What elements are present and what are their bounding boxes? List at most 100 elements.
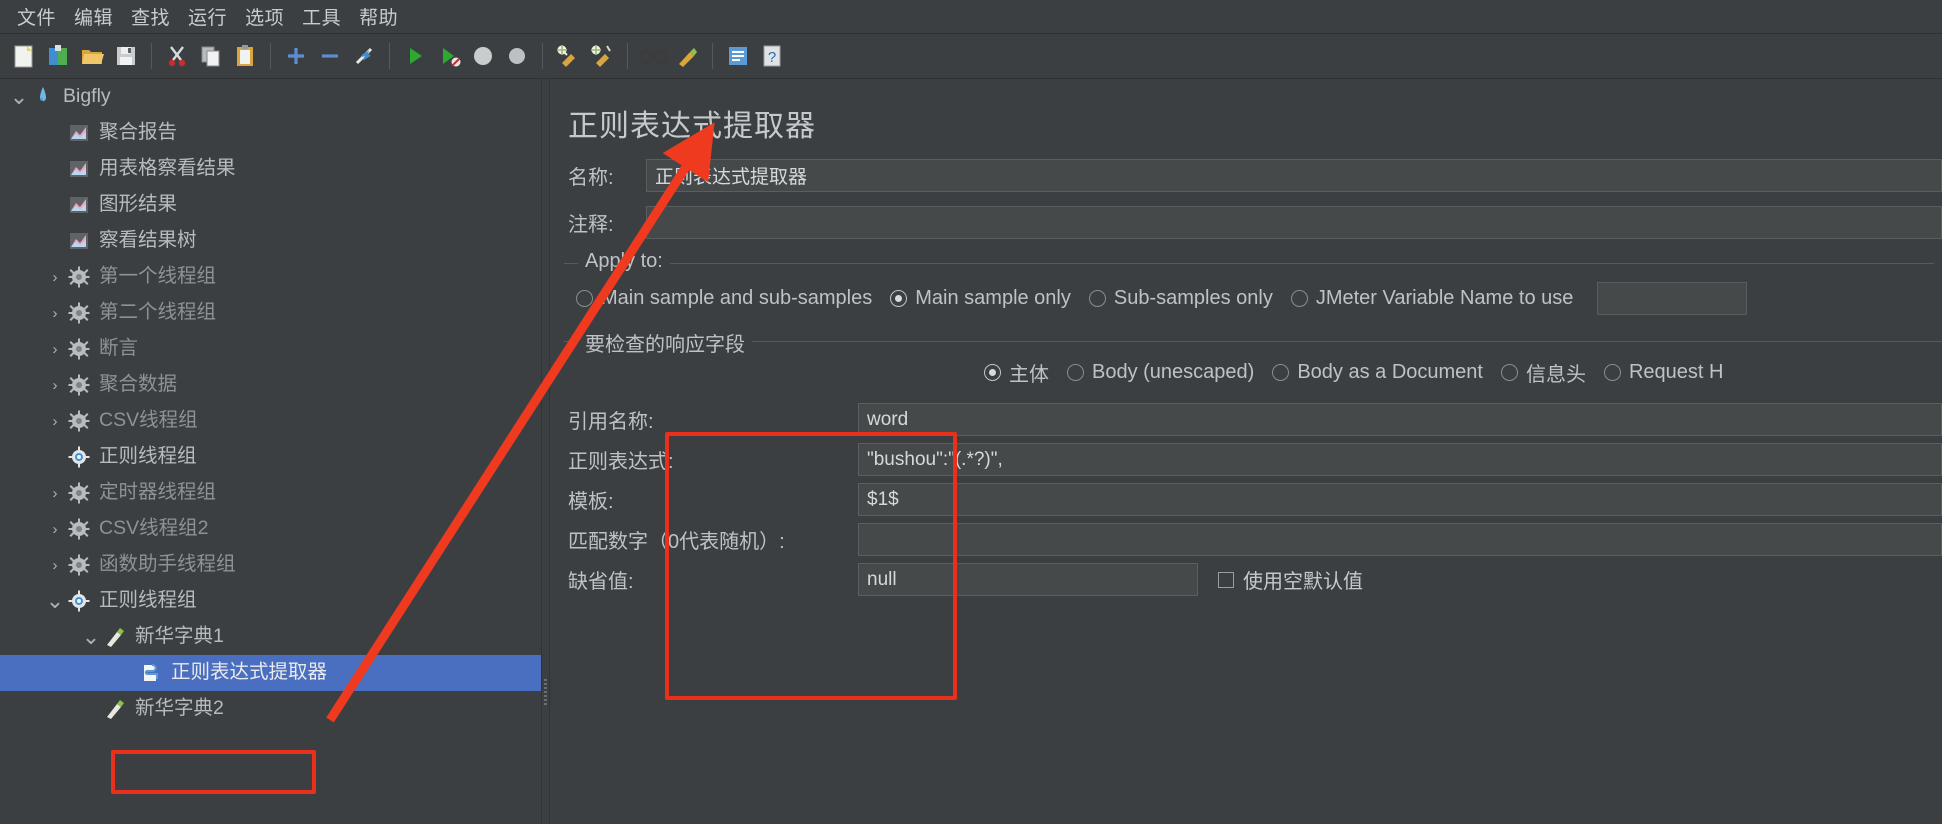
radio-sub-only[interactable]: Sub-samples only bbox=[1088, 287, 1273, 310]
tree-item[interactable]: ⌄ Bigfly bbox=[0, 79, 541, 115]
tree-item-label: 聚合数据 bbox=[99, 373, 178, 396]
tree-item[interactable]: ⌄ 正则线程组 bbox=[0, 583, 541, 619]
chevron-right-icon[interactable]: › bbox=[44, 331, 66, 367]
chevron-down-icon[interactable]: ⌄ bbox=[8, 79, 30, 115]
reset-search-icon[interactable] bbox=[671, 39, 703, 73]
copy-icon[interactable] bbox=[195, 39, 227, 73]
default-value-input[interactable]: null bbox=[858, 563, 1198, 596]
new-icon[interactable] bbox=[8, 39, 40, 73]
tree-item[interactable]: 正则线程组 bbox=[0, 439, 541, 475]
tree-item[interactable]: 聚合报告 bbox=[0, 115, 541, 151]
use-empty-default-checkbox[interactable] bbox=[1218, 571, 1234, 588]
default-value-row: 缺省值: null 使用空默认值 bbox=[550, 563, 1942, 596]
cut-icon[interactable] bbox=[161, 39, 193, 73]
tree-item-label: 第二个线程组 bbox=[99, 301, 217, 324]
tree-item[interactable]: ⌄ 新华字典1 bbox=[0, 619, 541, 655]
radio-body-as-document[interactable]: Body as a Document bbox=[1272, 361, 1483, 384]
radio-dot bbox=[984, 364, 1001, 381]
function-helper-icon[interactable] bbox=[722, 39, 754, 73]
radio-dot bbox=[1088, 290, 1106, 307]
menu-item-options[interactable]: 选项 bbox=[236, 1, 293, 32]
name-input[interactable]: 正则表达式提取器 bbox=[646, 159, 1942, 192]
radio-main-and-sub[interactable]: Main sample and sub-samples bbox=[576, 287, 872, 310]
jmeter-variable-input[interactable] bbox=[1597, 282, 1748, 315]
menu-item-edit[interactable]: 编辑 bbox=[65, 1, 122, 32]
menu-item-run[interactable]: 运行 bbox=[179, 1, 236, 32]
chevron-right-icon[interactable]: › bbox=[44, 295, 66, 331]
template-input[interactable]: $1$ bbox=[858, 483, 1942, 516]
tree-item-label: 定时器线程组 bbox=[99, 481, 217, 504]
search-icon[interactable] bbox=[637, 39, 669, 73]
tree-item[interactable]: 用表格察看结果 bbox=[0, 151, 541, 187]
templates-icon[interactable] bbox=[42, 39, 74, 73]
chevron-right-icon[interactable]: › bbox=[44, 367, 66, 403]
clear-icon[interactable] bbox=[552, 39, 584, 73]
regex-input[interactable]: "bushou":"(.*?)", bbox=[858, 443, 1942, 476]
expand-all-icon[interactable] bbox=[280, 39, 312, 73]
tree-item[interactable]: › 定时器线程组 bbox=[0, 475, 541, 511]
tree-item[interactable]: › 第一个线程组 bbox=[0, 259, 541, 295]
tree-item[interactable]: 新华字典2 bbox=[0, 691, 541, 727]
match-no-input[interactable] bbox=[858, 523, 1942, 556]
name-row: 名称: 正则表达式提取器 bbox=[550, 159, 1942, 192]
radio-body[interactable]: 主体 bbox=[984, 358, 1049, 387]
menu-item-help[interactable]: 帮助 bbox=[350, 1, 407, 32]
default-value-label: 缺省值: bbox=[568, 571, 634, 593]
menu-item-file[interactable]: 文件 bbox=[8, 1, 65, 32]
radio-dot bbox=[1603, 364, 1621, 381]
tree-item-label: 正则线程组 bbox=[99, 589, 197, 612]
start-icon[interactable] bbox=[399, 39, 431, 73]
chevron-right-icon[interactable]: › bbox=[44, 547, 66, 583]
report-icon bbox=[66, 228, 92, 254]
radio-headers[interactable]: 信息头 bbox=[1500, 358, 1586, 387]
chevron-down-icon[interactable]: ⌄ bbox=[44, 583, 66, 619]
tree-item[interactable]: › 聚合数据 bbox=[0, 367, 541, 403]
comment-input[interactable] bbox=[646, 206, 1942, 239]
refname-label: 引用名称: bbox=[568, 411, 654, 433]
radio-jmeter-variable[interactable]: JMeter Variable Name to use bbox=[1290, 287, 1573, 310]
tree-item[interactable]: 图形结果 bbox=[0, 187, 541, 223]
radio-request-headers[interactable]: Request H bbox=[1603, 361, 1723, 384]
chevron-right-icon[interactable]: › bbox=[44, 511, 66, 547]
tree-item[interactable]: 察看结果树 bbox=[0, 223, 541, 259]
page-title: 正则表达式提取器 bbox=[568, 110, 816, 143]
paste-icon[interactable] bbox=[229, 39, 261, 73]
chevron-right-icon[interactable]: › bbox=[44, 403, 66, 439]
menu-item-search[interactable]: 查找 bbox=[122, 1, 179, 32]
toolbar-separator bbox=[627, 43, 628, 69]
tree-item-label: 察看结果树 bbox=[99, 229, 197, 252]
radio-label: 主体 bbox=[1009, 364, 1049, 386]
tree-item[interactable]: › 函数助手线程组 bbox=[0, 547, 541, 583]
tree-item-label: 新华字典2 bbox=[135, 697, 224, 720]
collapse-all-icon[interactable] bbox=[314, 39, 346, 73]
menu-bar: 文件 编辑 查找 运行 选项 工具 帮助 bbox=[0, 0, 1942, 34]
shutdown-icon[interactable] bbox=[501, 39, 533, 73]
tree-item[interactable]: › 断言 bbox=[0, 331, 541, 367]
tree-item-selected[interactable]: 正则表达式提取器 bbox=[0, 655, 541, 691]
stop-icon[interactable] bbox=[467, 39, 499, 73]
threadgroup-icon bbox=[66, 336, 92, 362]
use-empty-default-row[interactable]: 使用空默认值 bbox=[1218, 565, 1363, 594]
save-icon[interactable] bbox=[110, 39, 142, 73]
refname-input[interactable]: word bbox=[858, 403, 1942, 436]
tree-item[interactable]: › 第二个线程组 bbox=[0, 295, 541, 331]
toggle-icon[interactable] bbox=[348, 39, 380, 73]
clear-all-icon[interactable] bbox=[586, 39, 618, 73]
chevron-right-icon[interactable]: › bbox=[44, 259, 66, 295]
radio-label: Body (unescaped) bbox=[1092, 361, 1255, 383]
tree-item-label: 新华字典1 bbox=[135, 625, 224, 648]
help-icon[interactable]: ? bbox=[756, 39, 788, 73]
tree-item-label: Bigfly bbox=[63, 85, 111, 108]
tree-item[interactable]: › CSV线程组 bbox=[0, 403, 541, 439]
open-icon[interactable] bbox=[76, 39, 108, 73]
chevron-down-icon[interactable]: ⌄ bbox=[80, 619, 102, 655]
radio-body-unescaped[interactable]: Body (unescaped) bbox=[1067, 361, 1254, 384]
split-grip[interactable] bbox=[544, 679, 547, 705]
radio-main-only[interactable]: Main sample only bbox=[890, 287, 1071, 310]
tree-item[interactable]: › CSV线程组2 bbox=[0, 511, 541, 547]
name-label: 名称: bbox=[568, 167, 614, 189]
menu-item-tools[interactable]: 工具 bbox=[293, 1, 350, 32]
split-divider[interactable] bbox=[541, 79, 550, 824]
start-no-pauses-icon[interactable] bbox=[433, 39, 465, 73]
chevron-right-icon[interactable]: › bbox=[44, 475, 66, 511]
